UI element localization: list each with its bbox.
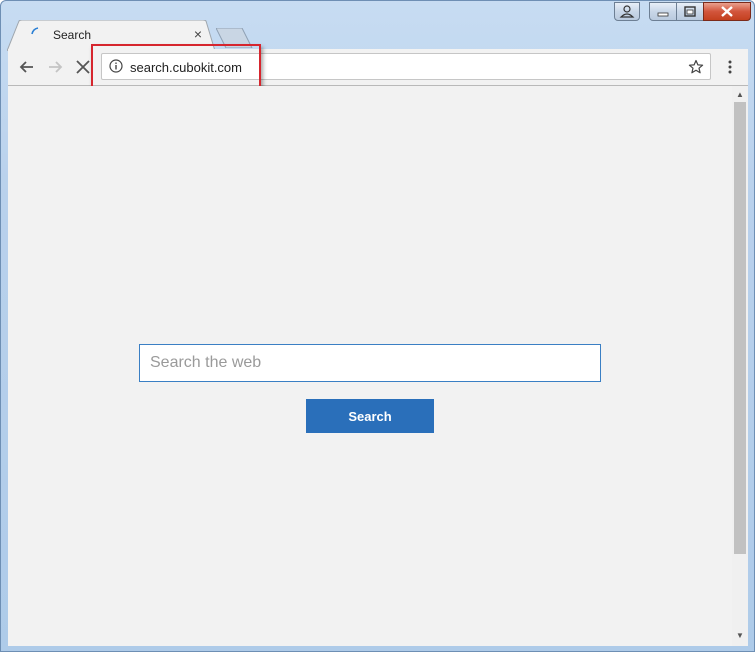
- back-arrow-icon[interactable]: [18, 58, 36, 76]
- restore-icon: [684, 6, 696, 17]
- search-input[interactable]: [139, 344, 601, 382]
- profile-button[interactable]: [614, 2, 640, 21]
- minimize-icon: [657, 12, 669, 17]
- loading-spinner-icon: [31, 27, 39, 35]
- scroll-up-icon[interactable]: ▲: [732, 88, 748, 102]
- close-window-button[interactable]: [703, 2, 751, 21]
- scroll-down-icon[interactable]: ▼: [732, 629, 748, 643]
- star-icon[interactable]: [688, 59, 704, 75]
- tab-close-icon[interactable]: ×: [191, 27, 205, 41]
- search-button[interactable]: Search: [306, 399, 434, 433]
- tab-title: Search: [53, 28, 92, 42]
- menu-dots-icon[interactable]: [725, 59, 735, 75]
- close-icon: [721, 6, 733, 17]
- browser-window: Search × search.cubokit.com ▲ ▼ Search t…: [0, 0, 755, 652]
- user-icon: [619, 5, 635, 18]
- scrollbar-thumb[interactable]: [734, 102, 746, 554]
- forward-arrow-icon[interactable]: [46, 58, 64, 76]
- url-highlight-annotation: [91, 44, 261, 91]
- stop-icon[interactable]: [74, 58, 92, 76]
- minimize-button[interactable]: [649, 2, 677, 21]
- restore-button[interactable]: [676, 2, 704, 21]
